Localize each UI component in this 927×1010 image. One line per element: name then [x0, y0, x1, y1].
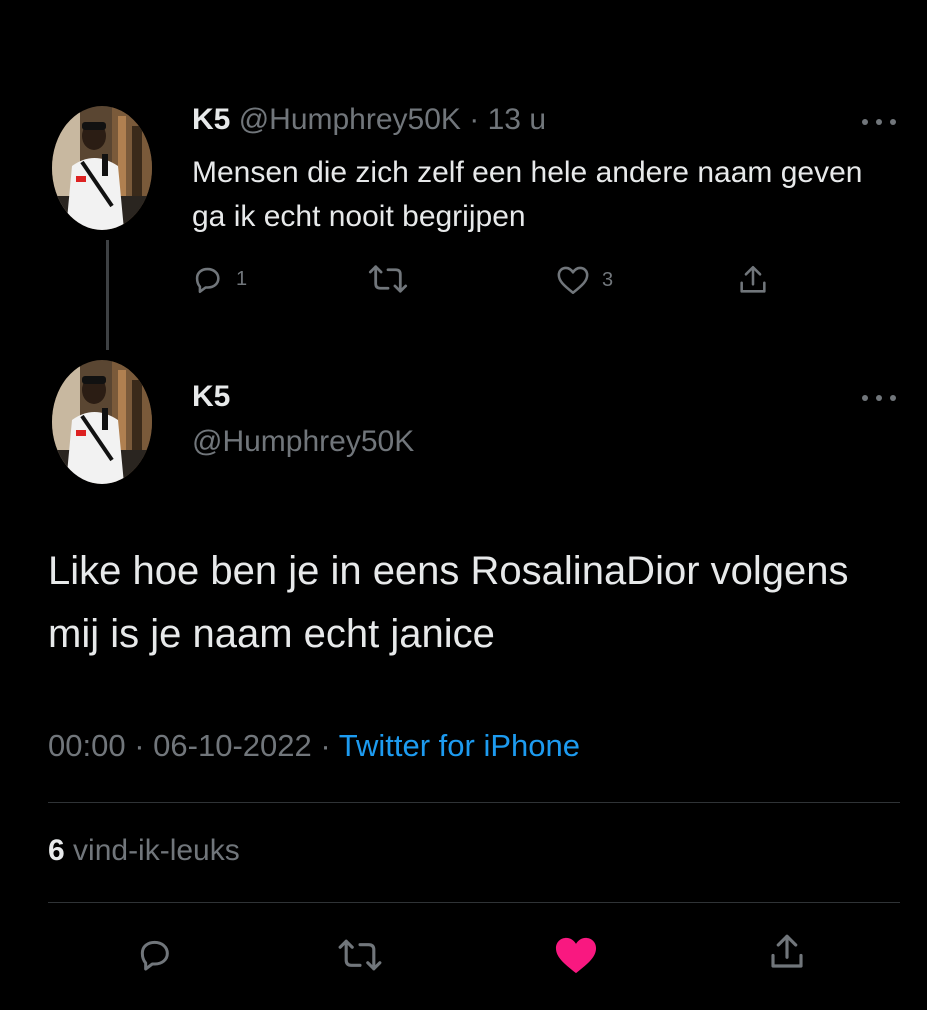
avatar[interactable]	[52, 106, 152, 230]
reply-icon	[140, 940, 169, 971]
more-icon[interactable]	[862, 117, 896, 127]
display-name[interactable]: K5	[192, 103, 230, 136]
tweet-meta: 00:00 · 06-10-2022 · Twitter for iPhone	[48, 728, 580, 763]
divider	[48, 802, 900, 803]
share-button[interactable]	[766, 930, 808, 974]
heart-icon	[557, 266, 589, 295]
parent-tweet-header: K5 @Humphrey50K · 13 u	[192, 103, 546, 137]
thread-connector-line	[106, 240, 109, 350]
reply-button[interactable]	[134, 934, 174, 974]
parent-tweet-text: Mensen die zich zelf een hele andere naa…	[192, 156, 863, 233]
tweet-date[interactable]: 06-10-2022	[153, 728, 312, 763]
retweet-icon	[338, 939, 382, 971]
share-icon	[771, 934, 803, 968]
reply-icon	[195, 267, 220, 294]
like-button[interactable]	[553, 934, 599, 976]
retweet-icon	[368, 265, 408, 293]
retweet-button[interactable]	[336, 936, 384, 974]
timestamp[interactable]: 13 u	[488, 103, 546, 136]
like-label: vind-ik-leuks	[73, 834, 240, 867]
display-name[interactable]: K5	[192, 380, 230, 414]
avatar[interactable]	[52, 360, 152, 484]
tweet-source-link[interactable]: Twitter for iPhone	[339, 728, 580, 763]
share-button[interactable]	[736, 262, 770, 298]
more-icon[interactable]	[862, 393, 896, 403]
handle[interactable]: @Humphrey50K	[192, 425, 414, 459]
like-count: 3	[602, 268, 614, 291]
share-icon	[740, 265, 766, 293]
reply-count: 1	[236, 267, 248, 290]
like-button[interactable]: 3	[556, 264, 613, 296]
likes-summary[interactable]: 6 vind-ik-leuks	[48, 834, 240, 868]
retweet-button[interactable]	[368, 262, 408, 296]
like-count: 6	[48, 834, 65, 867]
divider	[48, 902, 900, 903]
main-tweet-text: Like hoe ben je in eens RosalinaDior vol…	[48, 549, 849, 656]
heart-icon	[555, 937, 597, 974]
tweet-time[interactable]: 00:00	[48, 728, 126, 763]
separator: ·	[469, 103, 480, 136]
handle[interactable]: @Humphrey50K	[239, 103, 461, 136]
reply-button[interactable]: 1	[190, 262, 247, 296]
